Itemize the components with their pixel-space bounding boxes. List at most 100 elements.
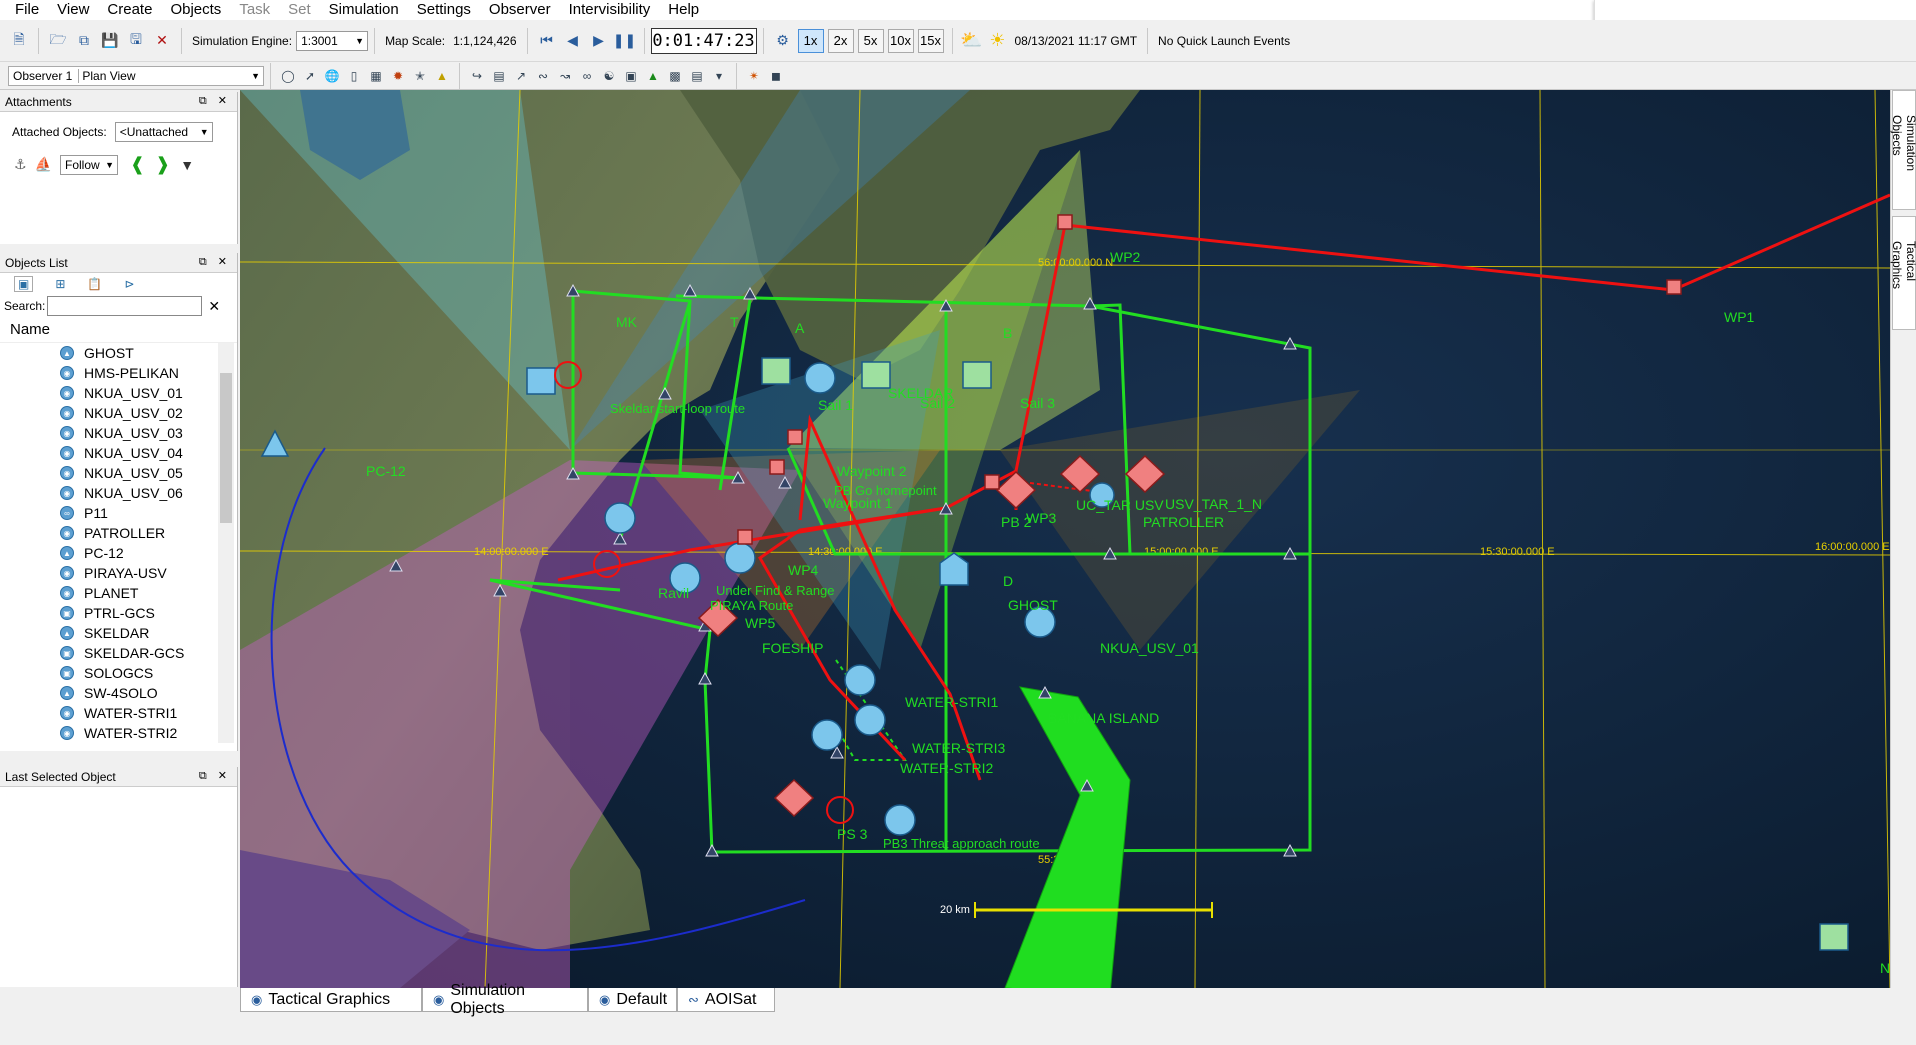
chart-icon[interactable]: ▤: [490, 67, 508, 85]
arrow-left-icon[interactable]: ❰: [130, 154, 145, 175]
speed-1x-button[interactable]: 1x: [797, 28, 824, 53]
friendly-unit-neu[interactable]: [1819, 923, 1849, 951]
vehicle-icon[interactable]: ▣: [622, 67, 640, 85]
satellite-icon[interactable]: ✭: [411, 67, 429, 85]
los-icon[interactable]: ↗: [512, 67, 530, 85]
panel-float-close-icon[interactable]: ⧉ ✕: [199, 94, 231, 108]
menu-create[interactable]: Create: [98, 0, 161, 20]
cone-icon[interactable]: ▲: [433, 67, 451, 85]
close-icon[interactable]: ✕: [151, 30, 173, 52]
speed-10x-button[interactable]: 10x: [887, 28, 914, 53]
lasso-icon[interactable]: ◯: [279, 67, 297, 85]
speed-5x-button[interactable]: 5x: [857, 28, 884, 53]
observer-view-select[interactable]: Observer 1 Plan View ▼: [8, 65, 264, 86]
menu-file[interactable]: File: [6, 0, 48, 20]
panel-float-close-icon[interactable]: ⧉ ✕: [199, 255, 231, 269]
object-list-item[interactable]: ∞ P11: [0, 503, 237, 523]
grid-icon[interactable]: ▩: [666, 67, 684, 85]
friendly-unit-ravil[interactable]: [604, 502, 636, 534]
menu-settings[interactable]: Settings: [408, 0, 480, 20]
select-icon[interactable]: ➚: [301, 67, 319, 85]
object-list-item[interactable]: ▲ GHOST: [0, 343, 237, 363]
object-list-item[interactable]: ▣ SKELDAR-GCS: [0, 643, 237, 663]
friendly-unit-mk[interactable]: [526, 367, 556, 395]
object-list-item[interactable]: ◉ NKUA_USV_02: [0, 403, 237, 423]
copy-icon[interactable]: ⧉: [73, 30, 95, 52]
friendly-unit-a[interactable]: [861, 361, 891, 389]
track-icon[interactable]: ☯: [600, 67, 618, 85]
hostile-unit[interactable]: [984, 474, 1000, 490]
device-icon[interactable]: ▯: [345, 67, 363, 85]
object-list-item[interactable]: ◉ NKUA_USV_05: [0, 463, 237, 483]
hostile-unit[interactable]: [769, 459, 785, 475]
menu-observer[interactable]: Observer: [480, 0, 560, 20]
sim-engine-select[interactable]: 1:3001 ▼: [296, 30, 369, 51]
friendly-unit-water3[interactable]: [811, 719, 843, 751]
friendly-unit-water1[interactable]: [844, 664, 876, 696]
marker-icon[interactable]: ▲: [644, 67, 662, 85]
search-input[interactable]: [47, 296, 203, 316]
explosion-icon[interactable]: ✹: [389, 67, 407, 85]
object-list-item[interactable]: ◉ WATER-STRI2: [0, 723, 237, 743]
save-icon[interactable]: 💾: [99, 30, 121, 52]
friendly-unit-sail1[interactable]: [804, 362, 836, 394]
step-back-icon[interactable]: ◀: [562, 30, 584, 52]
friendly-unit-t[interactable]: [761, 357, 791, 385]
map-canvas[interactable]: 14:00:00.000 E 14:30:00.000 E 15:00:00.0…: [240, 90, 1890, 988]
object-list-item[interactable]: ◉ PATROLLER: [0, 523, 237, 543]
object-list-item[interactable]: ▲ SW-4SOLO: [0, 683, 237, 703]
object-list-item[interactable]: ▣ SOLOGCS: [0, 663, 237, 683]
profile-icon[interactable]: ∾: [534, 67, 552, 85]
menu-help[interactable]: Help: [659, 0, 708, 20]
open-folder-icon[interactable]: 🗁: [47, 30, 69, 52]
burst-icon[interactable]: ✴: [745, 67, 763, 85]
attached-objects-select[interactable]: <Unattached ▼: [114, 122, 213, 142]
terrain-icon[interactable]: ▦: [367, 67, 385, 85]
hostile-unit[interactable]: [737, 529, 753, 545]
side-tab-simulation-objects[interactable]: Simulation Objects: [1890, 90, 1916, 210]
friendly-unit-b[interactable]: [962, 361, 992, 389]
save-as-icon[interactable]: 🖫: [125, 30, 147, 52]
object-list-item[interactable]: ▲ SKELDAR: [0, 623, 237, 643]
attach-boat-icon[interactable]: ⛵: [35, 156, 52, 173]
object-list-item[interactable]: ◉ NKUA_USV_04: [0, 443, 237, 463]
tab-tree-icon[interactable]: ⊞: [55, 277, 65, 291]
object-list-item[interactable]: ▣ PTRL-GCS: [0, 603, 237, 623]
panel-float-close-icon[interactable]: ⧉ ✕: [199, 769, 231, 783]
object-list-item[interactable]: ▲ PC-12: [0, 543, 237, 563]
tab-aoisat[interactable]: ∾ AOISat: [677, 988, 775, 1012]
object-list-item[interactable]: ◉ NKUA_USV_01: [0, 383, 237, 403]
tab-simulation-objects[interactable]: ◉ Simulation Objects: [422, 982, 588, 1017]
name-column-header[interactable]: Name: [0, 317, 237, 343]
speed-gauge-icon[interactable]: ⚙: [772, 30, 794, 52]
menu-objects[interactable]: Objects: [161, 0, 230, 20]
hostile-unit[interactable]: [787, 429, 803, 445]
friendly-unit[interactable]: [724, 542, 756, 574]
link-icon[interactable]: ∞: [578, 67, 596, 85]
sun-icon[interactable]: ☀: [987, 30, 1009, 52]
book-icon[interactable]: ◼: [767, 67, 785, 85]
globe-icon[interactable]: 🌐: [323, 67, 341, 85]
speed-2x-button[interactable]: 2x: [827, 28, 854, 53]
route-icon[interactable]: ↪: [468, 67, 486, 85]
tab-default[interactable]: ◉ Default: [588, 988, 677, 1012]
more-icon[interactable]: ▾: [710, 67, 728, 85]
play-icon[interactable]: ▶: [588, 30, 610, 52]
friendly-unit-pb3[interactable]: [884, 804, 916, 836]
object-list-item[interactable]: ◉ PLANET: [0, 583, 237, 603]
layers-icon[interactable]: ▤: [688, 67, 706, 85]
measure-icon[interactable]: ↝: [556, 67, 574, 85]
hostile-unit-wp1[interactable]: [1666, 279, 1682, 295]
side-tab-tactical-graphics[interactable]: Tactical Graphics: [1890, 216, 1916, 330]
object-list-item[interactable]: ◉ HMS-PELIKAN: [0, 363, 237, 383]
menu-intervisibility[interactable]: Intervisibility: [560, 0, 660, 20]
clear-search-icon[interactable]: ✕: [208, 298, 220, 315]
friendly-unit-water2[interactable]: [854, 704, 886, 736]
arrow-right-icon[interactable]: ❱: [155, 154, 170, 175]
tab-network-icon[interactable]: ⊳: [124, 277, 134, 291]
object-list-item[interactable]: ◉ PIRAYA-USV: [0, 563, 237, 583]
new-file-icon[interactable]: 🗎: [8, 30, 30, 52]
weather-sun-cloud-icon[interactable]: ⛅: [960, 30, 982, 52]
hostile-unit-wp2[interactable]: [1057, 214, 1073, 230]
object-list-item[interactable]: ◉ NKUA_USV_06: [0, 483, 237, 503]
